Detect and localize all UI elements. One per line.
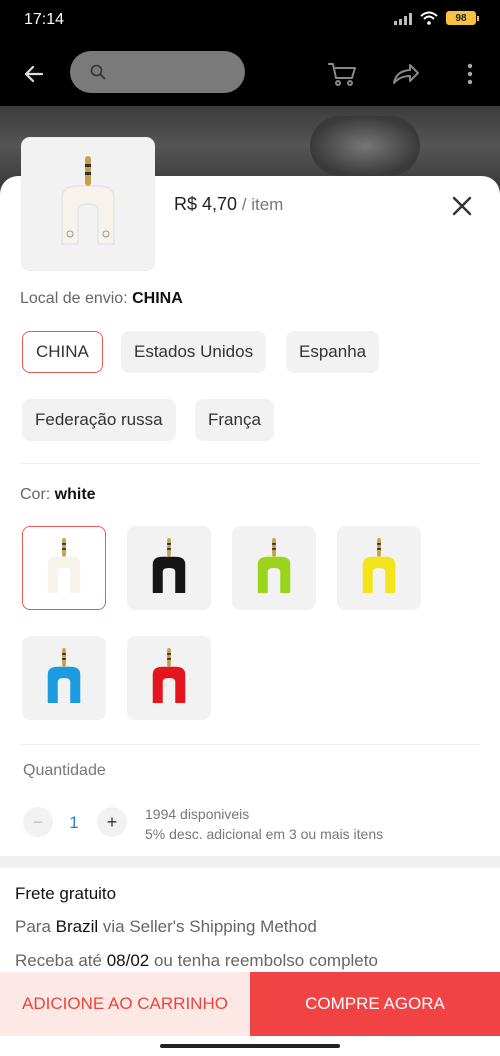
origin-option-china[interactable]: CHINA	[22, 331, 103, 373]
screen: 17:14 98 R$ 4,70 / item Local de envio: …	[0, 0, 500, 1056]
color-swatch-blue[interactable]	[22, 636, 106, 720]
sku-selector-sheet: R$ 4,70 / item Local de envio: CHINA CHI…	[0, 138, 500, 1056]
photo-highlight	[310, 116, 420, 176]
share-icon	[393, 64, 419, 84]
color-caption: Cor:	[20, 486, 55, 503]
product-image	[61, 156, 115, 245]
delivery-date: 08/02	[106, 951, 150, 970]
shipping-destination-prefix: Para	[15, 917, 56, 936]
share-button[interactable]	[386, 56, 426, 92]
color-label: Cor: white	[20, 486, 96, 504]
shipping-origin-value: CHINA	[132, 290, 183, 307]
close-icon	[452, 196, 472, 216]
product-image-red	[152, 648, 186, 703]
back-button[interactable]	[16, 56, 52, 92]
cart-icon	[328, 63, 356, 86]
origin-option-franca[interactable]: França	[195, 399, 274, 441]
bulk-discount-note: 5% desc. adicional em 3 ou mais itens	[145, 826, 384, 842]
color-value: white	[54, 486, 96, 503]
free-shipping-title: Frete gratuito	[15, 884, 117, 903]
price-value: R$ 4,70	[174, 194, 238, 214]
quantity-label: Quantidade	[23, 762, 106, 779]
shipping-destination: Para Brazil via Seller's Shipping Method	[15, 917, 317, 937]
divider	[20, 463, 480, 464]
product-price: R$ 4,70 / item	[174, 194, 283, 215]
wifi-icon	[420, 11, 438, 25]
product-image-green	[257, 538, 291, 593]
product-image-black	[152, 538, 186, 593]
shipping-method: via Seller's Shipping Method	[98, 917, 317, 936]
product-thumbnail	[22, 138, 154, 270]
origin-option-espanha[interactable]: Espanha	[286, 331, 380, 373]
home-indicator[interactable]	[160, 1044, 340, 1048]
shipping-origin-caption: Local de envio:	[20, 290, 133, 307]
battery-level: 98	[455, 12, 467, 24]
shipping-origin-label: Local de envio: CHINA	[20, 290, 183, 308]
section-separator	[0, 856, 500, 868]
quantity-decrease-button[interactable]: −	[23, 807, 53, 837]
color-swatch-white[interactable]	[22, 526, 106, 610]
quantity-increase-button[interactable]: +	[97, 807, 127, 837]
product-image-yellow	[362, 538, 396, 593]
stock-available: 1994 disponiveis	[145, 806, 250, 822]
delivery-prefix: Receba até	[15, 951, 107, 970]
status-time: 17:14	[24, 11, 65, 28]
divider	[20, 744, 480, 745]
product-image-white	[47, 538, 81, 593]
app-bar	[0, 40, 500, 106]
close-button[interactable]	[448, 192, 476, 220]
search-icon	[90, 64, 106, 80]
arrow-left-icon	[24, 65, 44, 83]
product-image-blue	[47, 648, 81, 703]
origin-option-estados-unidos[interactable]: Estados Unidos	[121, 331, 267, 373]
signal-icon	[394, 11, 412, 25]
color-swatch-green[interactable]	[232, 526, 316, 610]
cart-button[interactable]	[322, 56, 362, 92]
status-icons: 98	[394, 11, 479, 25]
buy-now-button[interactable]: COMPRE AGORA	[250, 972, 500, 1036]
price-unit: / item	[237, 195, 284, 214]
origin-option-federacao-russa[interactable]: Federação russa	[22, 399, 176, 441]
delivery-guarantee: Receba até 08/02 ou tenha reembolso comp…	[15, 951, 378, 971]
status-bar: 17:14 98	[0, 0, 500, 40]
shipping-country: Brazil	[55, 917, 99, 936]
color-swatch-black[interactable]	[127, 526, 211, 610]
more-vertical-icon	[467, 63, 473, 85]
color-swatch-yellow[interactable]	[337, 526, 421, 610]
more-options-button[interactable]	[455, 56, 485, 92]
battery-icon: 98	[446, 11, 479, 25]
quantity-value[interactable]: 1	[64, 813, 84, 833]
color-swatch-red[interactable]	[127, 636, 211, 720]
delivery-suffix: ou tenha reembolso completo	[149, 951, 378, 970]
add-to-cart-button[interactable]: ADICIONE AO CARRINHO	[0, 972, 250, 1036]
search-input[interactable]	[70, 51, 245, 93]
